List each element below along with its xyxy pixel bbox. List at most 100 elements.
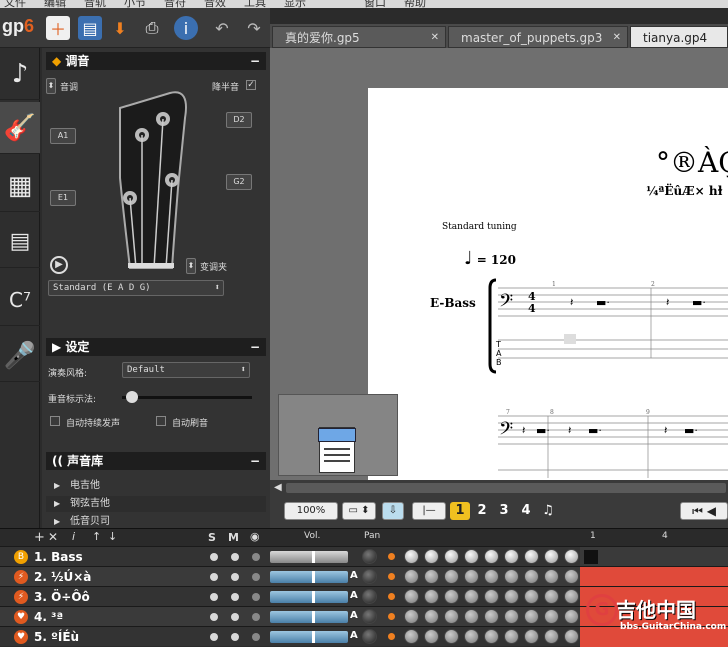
eq-knob[interactable] xyxy=(444,549,459,564)
menu-edit[interactable]: 编辑 xyxy=(44,0,66,8)
volume-slider[interactable] xyxy=(270,611,348,623)
eq-knob[interactable] xyxy=(544,589,559,604)
eq-knob[interactable] xyxy=(564,569,579,584)
visibility-toggle[interactable] xyxy=(252,633,260,641)
eq-knob[interactable] xyxy=(544,569,559,584)
track-timeline[interactable] xyxy=(580,547,728,567)
undo-icon[interactable]: ↶ xyxy=(210,16,234,40)
visibility-toggle[interactable] xyxy=(252,613,260,621)
zoom-select[interactable]: 100% xyxy=(284,502,338,520)
eq-knob[interactable] xyxy=(564,549,579,564)
transport-controls[interactable]: ⏮ ◀ xyxy=(680,502,728,520)
effect-indicator[interactable] xyxy=(388,553,395,560)
volume-slider[interactable] xyxy=(270,591,348,603)
eq-knob[interactable] xyxy=(524,609,539,624)
tone-stepper[interactable]: ⬍ xyxy=(46,78,56,94)
track-name[interactable]: 5. ºÍÉù xyxy=(34,630,79,644)
track-name[interactable]: 3. Ö÷Ôô xyxy=(34,590,90,604)
eq-knob[interactable] xyxy=(404,629,419,644)
voice-1-button[interactable]: 1 xyxy=(450,502,470,520)
settings-header[interactable]: ▶ 设定 − xyxy=(46,338,266,356)
volume-handle[interactable] xyxy=(312,591,315,603)
library-header[interactable]: (( 声音库 − xyxy=(46,452,266,470)
eq-knob[interactable] xyxy=(444,569,459,584)
voices-icon[interactable]: ♫ xyxy=(538,502,558,520)
eq-knob[interactable] xyxy=(404,609,419,624)
mute-toggle[interactable] xyxy=(231,633,239,641)
close-icon[interactable]: ✕ xyxy=(613,27,621,49)
volume-slider[interactable] xyxy=(270,571,348,583)
layout-select[interactable]: ▭ ⬍ xyxy=(342,502,376,520)
move-down-icon[interactable]: ↓ xyxy=(108,530,117,543)
multitrack-toggle[interactable]: ⇩ xyxy=(382,502,404,520)
voice-4-button[interactable]: 4 xyxy=(516,502,536,520)
chord-icon[interactable]: C⁷ xyxy=(0,274,40,326)
effect-indicator[interactable] xyxy=(388,633,395,640)
eq-knob[interactable] xyxy=(424,589,439,604)
mute-toggle[interactable] xyxy=(231,553,239,561)
capo-stepper[interactable]: ⬍ xyxy=(186,258,196,274)
scroll-thumb[interactable] xyxy=(286,483,726,493)
eq-knob[interactable] xyxy=(504,589,519,604)
mute-toggle[interactable] xyxy=(231,613,239,621)
solo-toggle[interactable] xyxy=(210,613,218,621)
menu-file[interactable]: 文件 xyxy=(4,0,26,8)
track-timeline[interactable] xyxy=(580,567,728,587)
eq-knob[interactable] xyxy=(424,629,439,644)
volume-slider[interactable] xyxy=(270,631,348,643)
eq-knob[interactable] xyxy=(464,549,479,564)
print-icon[interactable]: ⎙ xyxy=(140,16,164,40)
half-step-checkbox[interactable]: ✓ xyxy=(246,80,256,90)
eq-knob[interactable] xyxy=(404,549,419,564)
page-thumbnail[interactable] xyxy=(278,394,398,476)
eq-knob[interactable] xyxy=(424,569,439,584)
library-item[interactable]: 钢弦吉他 xyxy=(46,496,266,512)
volume-handle[interactable] xyxy=(312,551,315,563)
library-item[interactable]: 低音贝司 xyxy=(46,514,266,528)
eq-knob[interactable] xyxy=(484,569,499,584)
eq-knob[interactable] xyxy=(524,569,539,584)
menu-window[interactable]: 窗口 xyxy=(364,0,386,8)
track-name[interactable]: 1. Bass xyxy=(34,550,83,564)
eq-knob[interactable] xyxy=(504,609,519,624)
eq-knob[interactable] xyxy=(404,589,419,604)
keyboard-icon[interactable]: ▤ xyxy=(0,216,40,268)
eq-knob[interactable] xyxy=(444,629,459,644)
menu-bar-measure[interactable]: 小节 xyxy=(124,0,146,8)
eq-knob[interactable] xyxy=(464,589,479,604)
eq-knob[interactable] xyxy=(484,609,499,624)
guitar-icon[interactable]: 🎸 xyxy=(0,102,40,154)
style-select[interactable]: Default xyxy=(122,362,250,378)
pan-knob[interactable] xyxy=(362,549,377,564)
tuning-header[interactable]: ◆ 调音 − xyxy=(46,52,266,70)
track-name[interactable]: 4. ³ª xyxy=(34,610,63,624)
visibility-toggle[interactable] xyxy=(252,573,260,581)
play-tuning-button[interactable]: ▶ xyxy=(50,256,68,274)
voice-line-button[interactable]: |— xyxy=(412,502,446,520)
eq-knob[interactable] xyxy=(484,549,499,564)
menu-note[interactable]: 音符 xyxy=(164,0,186,8)
eq-knob[interactable] xyxy=(524,629,539,644)
eq-knob[interactable] xyxy=(424,609,439,624)
auto-sustain-checkbox[interactable] xyxy=(50,416,60,426)
effect-indicator[interactable] xyxy=(388,593,395,600)
amp-icon[interactable]: ▦ xyxy=(0,160,40,212)
tab-song-3[interactable]: tianya.gp4 xyxy=(630,26,728,48)
pan-knob[interactable] xyxy=(362,609,377,624)
string-e1[interactable]: E1 xyxy=(50,190,76,206)
voice-3-button[interactable]: 3 xyxy=(494,502,514,520)
eq-knob[interactable] xyxy=(404,569,419,584)
eq-knob[interactable] xyxy=(564,589,579,604)
volume-handle[interactable] xyxy=(312,571,315,583)
eq-knob[interactable] xyxy=(524,589,539,604)
accent-slider-handle[interactable] xyxy=(126,391,138,403)
track-info-icon[interactable]: i xyxy=(72,530,75,543)
visibility-toggle[interactable] xyxy=(252,593,260,601)
visibility-toggle[interactable] xyxy=(252,553,260,561)
pan-knob[interactable] xyxy=(362,589,377,604)
move-up-icon[interactable]: ↑ xyxy=(92,530,101,543)
eq-knob[interactable] xyxy=(444,589,459,604)
solo-toggle[interactable] xyxy=(210,593,218,601)
scroll-left-icon[interactable]: ◀ xyxy=(274,482,282,493)
effect-indicator[interactable] xyxy=(388,573,395,580)
